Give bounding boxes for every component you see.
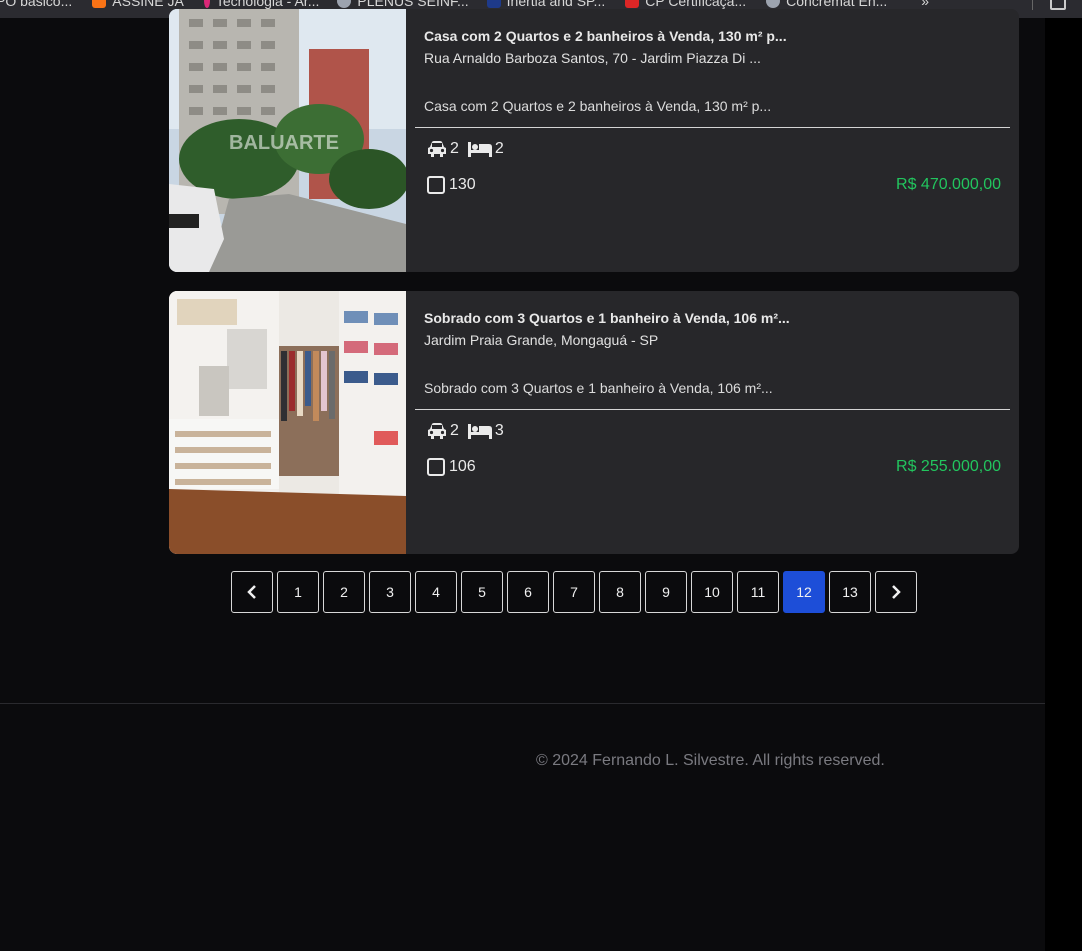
card-divider xyxy=(415,127,1010,128)
page-button-11[interactable]: 11 xyxy=(737,571,779,613)
parking-feature: 2 xyxy=(426,140,459,158)
watermark-text: BALUARTE xyxy=(229,132,339,154)
chevron-double-right-icon: » xyxy=(921,0,930,9)
property-photo-closet-image xyxy=(169,291,406,554)
parking-count: 2 xyxy=(450,140,459,157)
area-value: 130 xyxy=(449,176,476,193)
property-title[interactable]: Casa com 2 Quartos e 2 banheiros à Venda… xyxy=(424,28,824,44)
bookmark-favicon-icon xyxy=(486,0,501,8)
page-button-9[interactable]: 9 xyxy=(645,571,687,613)
area-value: 106 xyxy=(449,458,476,475)
property-card[interactable]: Sobrado com 3 Quartos e 1 banheiro à Ven… xyxy=(169,291,1019,554)
property-features: 2 3 xyxy=(426,422,504,440)
area-feature: 130 xyxy=(426,175,476,195)
property-title[interactable]: Sobrado com 3 Quartos e 1 banheiro à Ven… xyxy=(424,310,824,326)
property-price: R$ 255.000,00 xyxy=(896,458,1001,475)
parking-count: 2 xyxy=(450,422,459,439)
page-button-5[interactable]: 5 xyxy=(461,571,503,613)
bookmark-label: ASSINE JÁ xyxy=(112,0,184,9)
bedroom-feature: 3 xyxy=(467,422,504,440)
page-button-12-current[interactable]: 12 xyxy=(783,571,825,613)
footer-divider xyxy=(0,703,1045,704)
page-button-1[interactable]: 1 xyxy=(277,571,319,613)
property-photo[interactable] xyxy=(169,291,406,554)
area-square-icon xyxy=(427,176,445,194)
bed-icon xyxy=(467,142,492,157)
property-address: Rua Arnaldo Barboza Santos, 70 - Jardim … xyxy=(424,50,761,66)
folder-icon[interactable] xyxy=(1050,0,1066,10)
bookmark-cp-certificacao[interactable]: CP Certificaçã... xyxy=(625,0,746,8)
property-info: Sobrado com 3 Quartos e 1 banheiro à Ven… xyxy=(415,291,1010,554)
bookmark-label: Inertia and SP... xyxy=(506,0,606,9)
bookmark-concremat[interactable]: Concremat En... xyxy=(766,0,887,8)
area-square-icon xyxy=(427,458,445,476)
property-card[interactable]: BALUARTE Casa com 2 Quartos e 2 banheiro… xyxy=(169,9,1019,272)
page-button-6[interactable]: 6 xyxy=(507,571,549,613)
bookmark-favicon-icon xyxy=(203,0,210,8)
footer-copyright: © 2024 Fernando L. Silvestre. All rights… xyxy=(536,752,885,769)
bookmarks-divider xyxy=(1032,0,1033,10)
chevron-left-icon xyxy=(247,585,256,599)
page-edge-strip xyxy=(1045,18,1082,951)
bookmark-label: PLENUS SEINF... xyxy=(357,0,469,9)
bookmark-label: PO básico... xyxy=(0,0,73,9)
bookmark-inertia[interactable]: Inertia and SP... xyxy=(486,0,606,9)
bookmark-assine-ja[interactable]: ASSINE JÁ xyxy=(92,0,184,8)
bookmark-favicon-icon xyxy=(625,0,640,8)
property-address: Jardim Praia Grande, Mongaguá - SP xyxy=(424,332,659,348)
bookmark-label: Tecnologia - Ar... xyxy=(215,0,320,9)
property-description: Casa com 2 Quartos e 2 banheiros à Venda… xyxy=(424,98,772,114)
bookmark-label: Concremat En... xyxy=(786,0,888,9)
bookmark-plenus[interactable]: PLENUS SEINF... xyxy=(337,0,469,9)
page-button-8[interactable]: 8 xyxy=(599,571,641,613)
area-feature: 106 xyxy=(426,457,476,477)
page-button-2[interactable]: 2 xyxy=(323,571,365,613)
page-button-7[interactable]: 7 xyxy=(553,571,595,613)
page-button-13[interactable]: 13 xyxy=(829,571,871,613)
bedroom-count: 2 xyxy=(494,140,504,157)
bookmarks-overflow-button[interactable]: » xyxy=(921,0,929,8)
bookmark-favicon-icon xyxy=(766,0,781,8)
next-page-button[interactable] xyxy=(875,571,917,613)
page-button-3[interactable]: 3 xyxy=(369,571,411,613)
car-icon xyxy=(428,141,446,157)
property-features: 2 2 xyxy=(426,140,504,158)
previous-page-button[interactable] xyxy=(231,571,273,613)
property-info: Casa com 2 Quartos e 2 banheiros à Venda… xyxy=(415,9,1010,272)
car-icon xyxy=(428,423,446,439)
agency-logo xyxy=(177,299,237,325)
bookmark-tecnologia[interactable]: Tecnologia - Ar... xyxy=(203,0,320,9)
pagination: 1 2 3 4 5 6 7 8 9 10 11 12 13 xyxy=(231,571,917,613)
page-button-4[interactable]: 4 xyxy=(415,571,457,613)
bookmark-favicon-icon xyxy=(337,0,352,8)
property-price: R$ 470.000,00 xyxy=(896,176,1001,193)
property-photo[interactable]: BALUARTE xyxy=(169,9,406,272)
parking-feature: 2 xyxy=(426,422,459,440)
bookmark-favicon-icon xyxy=(92,0,107,8)
property-photo-building-image: BALUARTE xyxy=(169,9,406,272)
bedroom-count: 3 xyxy=(494,422,504,439)
card-divider xyxy=(415,409,1010,410)
bedroom-feature: 2 xyxy=(467,140,504,158)
chevron-right-icon xyxy=(892,585,901,599)
bookmark-po-basico[interactable]: PO básico... xyxy=(0,0,72,8)
bed-icon xyxy=(467,424,492,439)
property-description: Sobrado com 3 Quartos e 1 banheiro à Ven… xyxy=(424,380,773,396)
bookmark-label: CP Certificaçã... xyxy=(645,0,747,9)
page-button-10[interactable]: 10 xyxy=(691,571,733,613)
